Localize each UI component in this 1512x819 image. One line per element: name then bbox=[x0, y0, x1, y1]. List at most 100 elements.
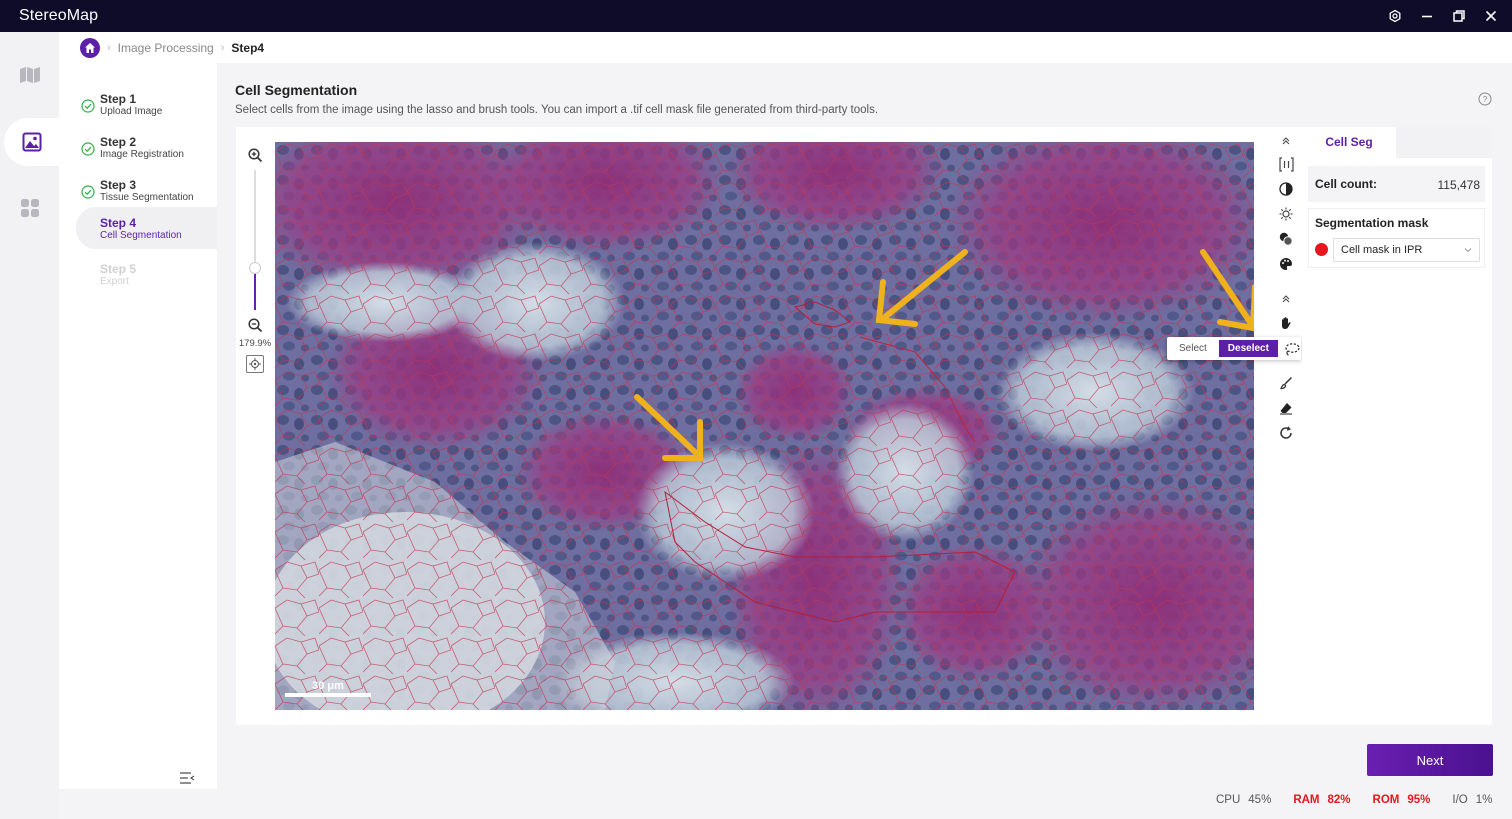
step-subtitle: Image Registration bbox=[100, 149, 184, 160]
reset-button[interactable] bbox=[1277, 424, 1295, 442]
contrast-button[interactable] bbox=[1277, 180, 1295, 198]
help-icon: ? bbox=[1478, 92, 1492, 106]
home-button[interactable] bbox=[80, 37, 100, 58]
check-circle-icon bbox=[81, 185, 95, 199]
minimize-icon[interactable] bbox=[1418, 7, 1436, 25]
ram-value: 82% bbox=[1327, 794, 1351, 806]
cpu-label: CPU bbox=[1216, 794, 1241, 806]
right-panel-tabs: Cell Seg bbox=[1302, 127, 1492, 158]
zoom-slider-fill bbox=[254, 268, 256, 310]
app-title: StereoMap bbox=[19, 7, 99, 24]
zoom-out-icon bbox=[247, 317, 262, 332]
cell-count-value: 115,478 bbox=[1437, 178, 1481, 192]
app-nav-rail bbox=[0, 32, 59, 819]
step-4[interactable]: Step 4 Cell Segmentation bbox=[76, 207, 217, 249]
color-palette-button[interactable] bbox=[1277, 255, 1295, 273]
rom-status: ROM 95% bbox=[1373, 794, 1431, 806]
cpu-status: CPU 45% bbox=[1216, 794, 1271, 806]
collapse-menu-icon bbox=[180, 772, 195, 784]
step-5: Step 5 Export bbox=[59, 257, 217, 299]
brightness-button[interactable] bbox=[1277, 205, 1295, 223]
segmentation-mask-title: Segmentation mask bbox=[1315, 216, 1429, 230]
cell-count-label: Cell count: bbox=[1315, 177, 1377, 191]
close-icon[interactable] bbox=[1482, 7, 1500, 25]
restore-icon[interactable] bbox=[1450, 7, 1468, 25]
tissue-image bbox=[275, 142, 1254, 710]
cpu-value: 45% bbox=[1248, 794, 1272, 806]
segmentation-mask-box: Segmentation mask Cell mask in IPR bbox=[1308, 208, 1485, 268]
collapse-tools-button-2[interactable] bbox=[1277, 290, 1295, 308]
brush-icon bbox=[1280, 376, 1293, 390]
page-title: Cell Segmentation bbox=[235, 82, 358, 98]
palette-icon bbox=[1280, 258, 1292, 270]
overlay-button[interactable] bbox=[1277, 230, 1295, 248]
collapse-tools-button[interactable] bbox=[1277, 132, 1295, 150]
fit-view-button[interactable] bbox=[246, 355, 264, 373]
overlay-icon bbox=[1279, 232, 1293, 246]
brightness-icon bbox=[1279, 207, 1293, 221]
grid-icon bbox=[20, 199, 39, 217]
chevron-down-icon bbox=[1464, 248, 1472, 253]
chevron-right-icon: › bbox=[107, 41, 111, 54]
deselect-mode-option[interactable]: Deselect bbox=[1218, 340, 1278, 357]
tissue-image-canvas[interactable] bbox=[275, 142, 1254, 710]
page-description: Select cells from the image using the la… bbox=[235, 104, 879, 116]
check-circle-icon bbox=[81, 99, 95, 113]
lasso-icon bbox=[1285, 342, 1301, 356]
zoom-in-button[interactable] bbox=[245, 145, 265, 165]
zoom-controls: 179.9% bbox=[238, 145, 272, 375]
lasso-tool-button[interactable] bbox=[1284, 340, 1301, 358]
collapse-sidebar-button[interactable] bbox=[179, 771, 195, 790]
map-icon bbox=[19, 67, 40, 83]
step-title: Step 2 bbox=[100, 135, 137, 149]
mask-select-dropdown[interactable]: Cell mask in IPR bbox=[1333, 238, 1480, 262]
step-title: Step 4 bbox=[100, 216, 137, 230]
home-icon bbox=[85, 42, 95, 53]
reset-icon bbox=[1280, 426, 1292, 439]
step-2[interactable]: Step 2 Image Registration bbox=[59, 130, 217, 172]
mask-select-value: Cell mask in IPR bbox=[1341, 244, 1423, 256]
ram-label: RAM bbox=[1293, 794, 1320, 806]
rom-label: ROM bbox=[1372, 794, 1400, 806]
channel-split-button[interactable] bbox=[1277, 155, 1295, 173]
brush-tool-button[interactable] bbox=[1277, 374, 1295, 392]
pan-tool-button[interactable] bbox=[1277, 314, 1295, 332]
cell-count-box: Cell count: 115,478 bbox=[1308, 166, 1485, 202]
channel-split-icon bbox=[1278, 156, 1294, 172]
contrast-icon bbox=[1279, 182, 1293, 196]
svg-text:?: ? bbox=[1483, 95, 1488, 104]
collapse-up-icon bbox=[1282, 137, 1290, 145]
ram-status: RAM 82% bbox=[1293, 794, 1350, 806]
eraser-tool-button[interactable] bbox=[1277, 399, 1295, 417]
eraser-icon bbox=[1280, 403, 1292, 415]
title-bar: StereoMap bbox=[0, 0, 1512, 32]
zoom-level: 179.9% bbox=[238, 338, 272, 349]
zoom-slider-handle[interactable] bbox=[249, 262, 261, 274]
step-title: Step 3 bbox=[100, 178, 137, 192]
step-title: Step 5 bbox=[100, 262, 137, 276]
zoom-out-button[interactable] bbox=[245, 315, 265, 335]
status-bar: CPU 45% RAM 82% ROM 95% I/O 1% bbox=[1216, 794, 1492, 806]
step-title: Step 1 bbox=[100, 92, 137, 106]
tab-cell-seg[interactable]: Cell Seg bbox=[1302, 127, 1396, 158]
next-button[interactable]: Next bbox=[1367, 744, 1493, 776]
scale-bar: 30 μm bbox=[285, 680, 371, 697]
window-controls bbox=[1386, 0, 1500, 32]
map-nav-button[interactable] bbox=[0, 51, 59, 99]
step-1[interactable]: Step 1 Upload Image bbox=[59, 87, 217, 129]
apps-nav-button[interactable] bbox=[0, 184, 59, 232]
select-mode-option[interactable]: Select bbox=[1170, 340, 1216, 357]
check-circle-icon bbox=[81, 142, 95, 156]
image-processing-nav-button[interactable] bbox=[4, 118, 59, 166]
breadcrumb-item-image-processing[interactable]: Image Processing bbox=[118, 41, 214, 55]
locate-icon bbox=[249, 358, 261, 370]
step-subtitle: Tissue Segmentation bbox=[100, 192, 194, 203]
step-sidebar: Step 1 Upload Image Step 2 Image Registr… bbox=[59, 63, 217, 789]
settings-icon[interactable] bbox=[1386, 7, 1404, 25]
zoom-in-icon bbox=[247, 147, 262, 162]
scale-bar-line bbox=[285, 693, 371, 697]
tool-column bbox=[1270, 127, 1302, 725]
help-button[interactable]: ? bbox=[1478, 92, 1492, 106]
mask-color-swatch[interactable] bbox=[1315, 243, 1328, 256]
io-value: 1% bbox=[1475, 794, 1493, 806]
